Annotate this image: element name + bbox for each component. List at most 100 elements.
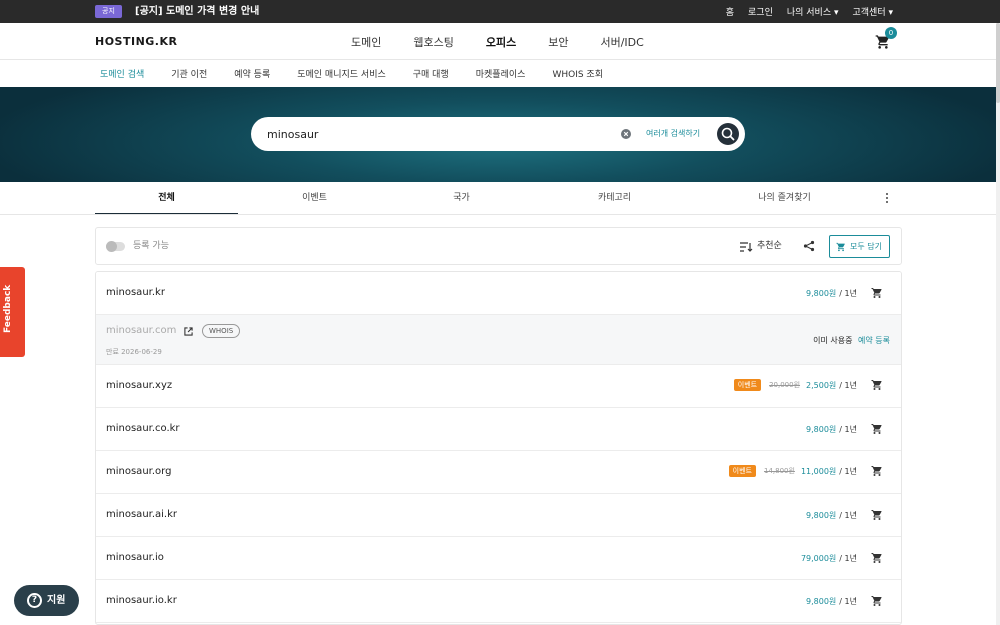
available-only-toggle[interactable] bbox=[106, 241, 125, 252]
share-icon[interactable] bbox=[803, 240, 815, 252]
available-only-label: 등록 가능 bbox=[133, 241, 169, 251]
notice-link[interactable]: [공지] 도메인 가격 변경 안내 bbox=[135, 0, 259, 23]
nav-server-idc[interactable]: 서버/IDC bbox=[600, 34, 643, 50]
domain-name: minosaur.kr bbox=[106, 287, 165, 298]
my-services-menu[interactable]: 나의 서비스 ▾ bbox=[787, 5, 839, 18]
support-label: 지원 bbox=[47, 595, 66, 606]
expire-date: 만료 2026-06-29 bbox=[106, 348, 162, 356]
result-tabs: 전체 이벤트 국가 카테고리 나의 즐겨찾기 bbox=[95, 182, 905, 215]
filter-bar: 등록 가능 추천순 모두 담기 bbox=[95, 227, 902, 265]
multi-search-link[interactable]: 여러개 검색하기 bbox=[646, 117, 700, 151]
price: 9,800원 bbox=[806, 288, 837, 298]
price-info: 9,800원 / 1년 bbox=[806, 595, 883, 607]
subnav-marketplace[interactable]: 마켓플레이스 bbox=[476, 67, 526, 80]
taken-info: 이미 사용중 예약 등록 bbox=[813, 335, 890, 346]
price-period: / 1년 bbox=[839, 424, 857, 434]
result-row: minosaur.io.kr 9,800원 / 1년 bbox=[96, 580, 901, 623]
site-logo[interactable]: HOSTING.KR bbox=[95, 35, 177, 48]
sort-dropdown[interactable]: 추천순 bbox=[757, 228, 782, 265]
page-scrollbar[interactable] bbox=[996, 23, 1000, 625]
domain-name[interactable]: minosaur.com bbox=[106, 325, 176, 336]
tab-favorites[interactable]: 나의 즐겨찾기 bbox=[713, 182, 856, 215]
price: 9,800원 bbox=[806, 596, 837, 606]
nav-domain[interactable]: 도메인 bbox=[351, 34, 381, 50]
help-icon: ? bbox=[27, 593, 42, 608]
tab-country[interactable]: 국가 bbox=[390, 182, 533, 215]
notice-badge: 공지 bbox=[95, 5, 122, 18]
nav-office[interactable]: 오피스 bbox=[486, 34, 516, 50]
taken-status: 이미 사용중 bbox=[813, 336, 853, 345]
tabs-divider bbox=[0, 214, 1000, 215]
add-to-cart-icon[interactable] bbox=[871, 552, 883, 564]
domain-search-box: 여러개 검색하기 bbox=[251, 117, 745, 151]
feedback-tab[interactable]: Feedback bbox=[0, 267, 25, 357]
subnav-domain-search[interactable]: 도메인 검색 bbox=[100, 67, 144, 80]
scrollbar-thumb[interactable] bbox=[996, 23, 1000, 103]
clear-search-icon[interactable] bbox=[621, 129, 631, 139]
event-badge: 이벤트 bbox=[728, 465, 756, 477]
subnav-managed-service[interactable]: 도메인 매니지드 서비스 bbox=[297, 67, 386, 80]
domain-name: minosaur.io.kr bbox=[106, 595, 177, 606]
more-vertical-icon[interactable] bbox=[884, 192, 890, 204]
feedback-label: Feedback bbox=[3, 284, 13, 333]
result-row: minosaur.xyz 이벤트 20,000원 2,500원 / 1년 bbox=[96, 365, 901, 408]
main-header: HOSTING.KR 도메인 웹호스팅 오피스 보안 서버/IDC 0 bbox=[0, 23, 1000, 60]
add-to-cart-icon[interactable] bbox=[871, 423, 883, 435]
price-period: / 1년 bbox=[839, 596, 857, 606]
reserve-register-link[interactable]: 예약 등록 bbox=[858, 336, 890, 345]
cart-icon bbox=[836, 242, 845, 252]
price-info: 9,800원 / 1년 bbox=[806, 287, 883, 299]
search-icon bbox=[721, 127, 735, 141]
add-to-cart-icon[interactable] bbox=[871, 595, 883, 607]
domain-name: minosaur.org bbox=[106, 466, 172, 477]
result-row-taken: minosaur.com WHOIS 만료 2026-06-29 이미 사용중 … bbox=[96, 315, 901, 365]
sort-icon[interactable] bbox=[739, 240, 753, 254]
price: 9,800원 bbox=[806, 424, 837, 434]
price: 79,000원 bbox=[800, 553, 837, 563]
domain-name: minosaur.xyz bbox=[106, 380, 173, 391]
result-row: minosaur.org 이벤트 14,800원 11,000원 / 1년 bbox=[96, 451, 901, 494]
subnav-reservation[interactable]: 예약 등록 bbox=[234, 67, 270, 80]
tab-event[interactable]: 이벤트 bbox=[243, 182, 386, 215]
original-price: 14,800원 bbox=[764, 467, 795, 475]
price-info: 이벤트 20,000원 2,500원 / 1년 bbox=[733, 379, 883, 391]
login-link[interactable]: 로그인 bbox=[748, 5, 773, 18]
price-period: / 1년 bbox=[839, 466, 857, 476]
result-row: minosaur.ai.kr 9,800원 / 1년 bbox=[96, 494, 901, 537]
whois-button[interactable]: WHOIS bbox=[202, 324, 241, 338]
domain-results-list: minosaur.kr 9,800원 / 1년 minosaur.com WHO… bbox=[95, 271, 902, 625]
add-to-cart-icon[interactable] bbox=[871, 465, 883, 477]
tab-category[interactable]: 카테고리 bbox=[543, 182, 686, 215]
add-all-button[interactable]: 모두 담기 bbox=[829, 235, 890, 258]
price-info: 이벤트 14,800원 11,000원 / 1년 bbox=[728, 465, 883, 477]
customer-center-menu[interactable]: 고객센터 ▾ bbox=[853, 5, 894, 18]
subnav-agency-transfer[interactable]: 기관 이전 bbox=[171, 67, 207, 80]
subnav-purchase-agency[interactable]: 구매 대행 bbox=[413, 67, 449, 80]
add-to-cart-icon[interactable] bbox=[871, 509, 883, 521]
nav-security[interactable]: 보안 bbox=[548, 34, 568, 50]
home-link[interactable]: 홈 bbox=[726, 5, 734, 18]
toggle-knob bbox=[106, 241, 117, 252]
support-button[interactable]: ? 지원 bbox=[14, 585, 79, 616]
search-hero: 여러개 검색하기 bbox=[0, 87, 1000, 182]
main-nav: 도메인 웹호스팅 오피스 보안 서버/IDC bbox=[351, 23, 676, 60]
price: 9,800원 bbox=[806, 510, 837, 520]
domain-search-input[interactable] bbox=[267, 117, 607, 151]
result-row: minosaur.kr 9,800원 / 1년 bbox=[96, 272, 901, 315]
price: 11,000원 bbox=[800, 466, 837, 476]
nav-webhosting[interactable]: 웹호스팅 bbox=[413, 34, 453, 50]
tab-all[interactable]: 전체 bbox=[95, 182, 238, 215]
original-price: 20,000원 bbox=[769, 381, 801, 389]
price-info: 79,000원 / 1년 bbox=[801, 552, 883, 564]
result-row: minosaur.io 79,000원 / 1년 bbox=[96, 537, 901, 580]
cart-count-badge: 0 bbox=[885, 27, 897, 39]
price-period: / 1년 bbox=[839, 380, 857, 390]
search-button[interactable] bbox=[717, 123, 739, 145]
add-to-cart-icon[interactable] bbox=[871, 379, 883, 391]
top-notice-bar: 공지 [공지] 도메인 가격 변경 안내 홈 로그인 나의 서비스 ▾ 고객센터… bbox=[0, 0, 1000, 23]
price-info: 9,800원 / 1년 bbox=[806, 509, 883, 521]
subnav-whois[interactable]: WHOIS 조회 bbox=[552, 67, 603, 80]
external-link-icon[interactable] bbox=[184, 327, 193, 336]
price-period: / 1년 bbox=[839, 553, 857, 563]
add-to-cart-icon[interactable] bbox=[871, 287, 883, 299]
